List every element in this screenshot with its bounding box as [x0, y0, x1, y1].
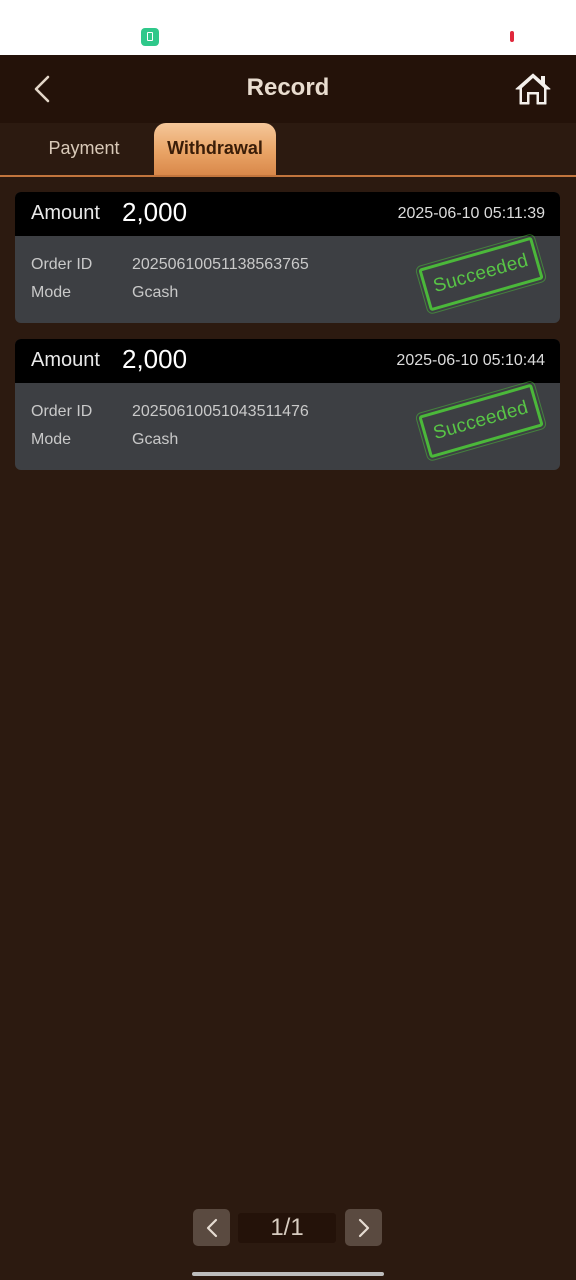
- amount-label: Amount: [31, 349, 100, 371]
- home-button[interactable]: [512, 68, 554, 110]
- status-stamp-text: Succeeded: [430, 396, 531, 445]
- back-button[interactable]: [22, 69, 62, 109]
- mode-label: Mode: [31, 284, 72, 301]
- amount-value: 2,000: [122, 344, 188, 374]
- mode-value: Gcash: [132, 284, 179, 301]
- record-timestamp: 2025-06-10 05:10:44: [396, 352, 545, 369]
- status-stamp-text: Succeeded: [430, 249, 531, 298]
- record-card[interactable]: Amount 2,000 2025-06-10 05:11:39 Order I…: [15, 192, 560, 323]
- home-icon: [515, 73, 551, 105]
- chevron-left-icon: [206, 1218, 217, 1237]
- amount-label: Amount: [31, 202, 100, 224]
- battery-app-icon: [141, 28, 159, 46]
- order-id-label: Order ID: [31, 256, 93, 273]
- tab-withdrawal[interactable]: Withdrawal: [154, 123, 276, 175]
- chevron-right-icon: [358, 1218, 369, 1237]
- record-timestamp: 2025-06-10 05:11:39: [397, 205, 545, 222]
- page-indicator: 1/1: [238, 1213, 336, 1243]
- record-card-header: Amount 2,000 2025-06-10 05:10:44: [15, 339, 560, 383]
- page-title: Record: [246, 74, 330, 101]
- record-card-header: Amount 2,000 2025-06-10 05:11:39: [15, 192, 560, 236]
- status-stamp: Succeeded: [415, 378, 547, 464]
- previous-page-button[interactable]: [193, 1209, 230, 1246]
- chevron-left-icon: [34, 75, 50, 103]
- record-tabs: Payment Withdrawal: [0, 123, 576, 177]
- tab-payment[interactable]: Payment: [22, 123, 146, 175]
- gesture-bar[interactable]: [192, 1272, 384, 1276]
- mode-value: Gcash: [132, 431, 179, 448]
- order-id-value: 20250610051043511476: [132, 403, 309, 420]
- mode-label: Mode: [31, 431, 72, 448]
- next-page-button[interactable]: [345, 1209, 382, 1246]
- order-id-value: 20250610051138563765: [132, 256, 309, 273]
- record-card[interactable]: Amount 2,000 2025-06-10 05:10:44 Order I…: [15, 339, 560, 470]
- order-id-label: Order ID: [31, 403, 93, 420]
- recording-indicator-icon: [510, 31, 514, 42]
- amount-value: 2,000: [122, 197, 188, 227]
- status-bar: [0, 0, 576, 55]
- status-stamp: Succeeded: [415, 231, 547, 317]
- top-bar: Record: [0, 55, 576, 123]
